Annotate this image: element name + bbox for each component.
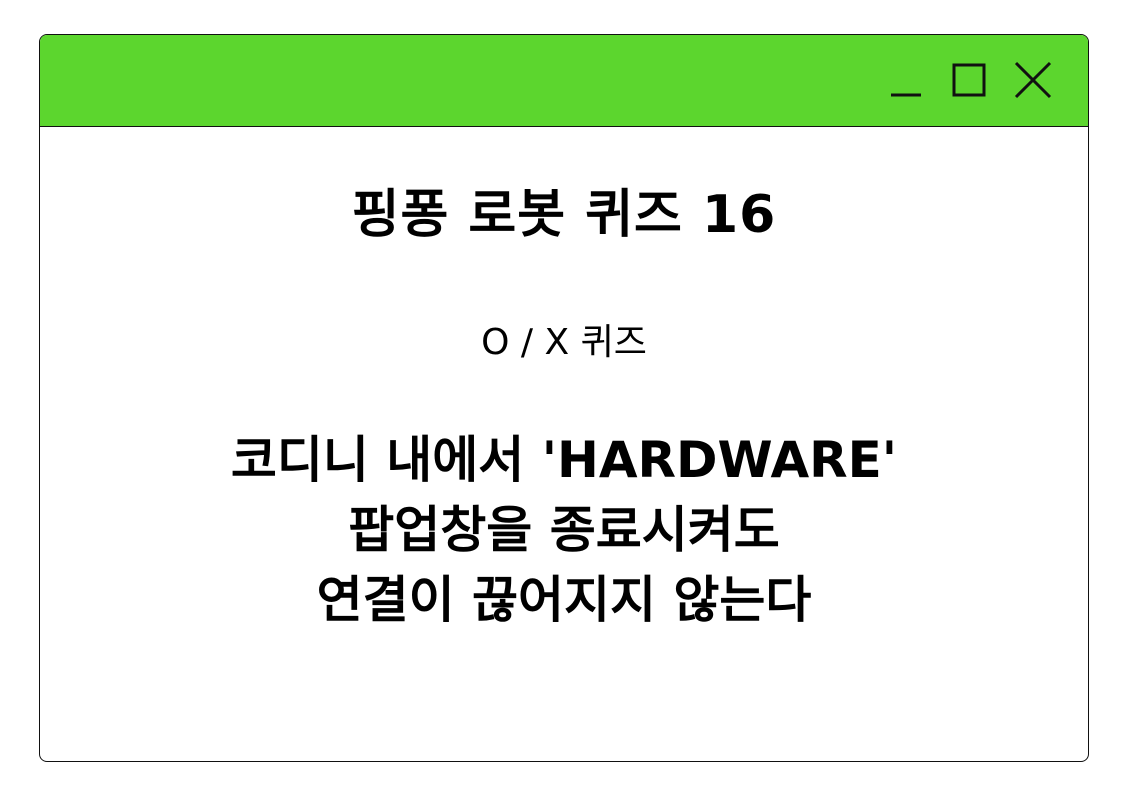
maximize-icon — [952, 63, 986, 97]
question-line: 팝업창을 종료시켜도 — [348, 501, 780, 559]
close-icon — [1014, 61, 1052, 99]
quiz-title: 핑퐁 로봇 퀴즈 16 — [351, 185, 777, 245]
quiz-question: 코디니 내에서 'HARDWARE' 팝업창을 종료시켜도 연결이 끊어지지 않… — [40, 425, 1088, 635]
question-line: 연결이 끊어지지 않는다 — [316, 571, 812, 629]
maximize-button[interactable] — [948, 61, 988, 101]
minimize-icon — [891, 93, 921, 97]
minimize-button[interactable] — [888, 61, 928, 101]
question-line: 코디니 내에서 'HARDWARE' — [230, 431, 898, 489]
quiz-type-label: O / X 퀴즈 — [481, 322, 647, 363]
quiz-window: 핑퐁 로봇 퀴즈 16 O / X 퀴즈 코디니 내에서 'HARDWARE' … — [39, 34, 1089, 762]
window-titlebar[interactable] — [40, 35, 1088, 127]
close-button[interactable] — [1012, 61, 1052, 101]
